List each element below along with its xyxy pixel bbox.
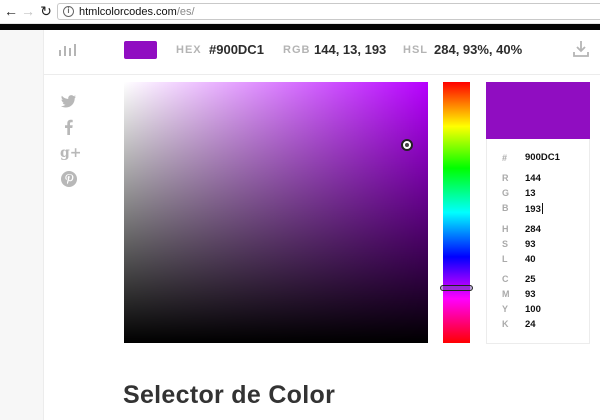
page-title: Selector de Color xyxy=(123,381,336,409)
s-key: S xyxy=(502,239,509,249)
url-domain: htmlcolorcodes.com xyxy=(79,6,177,18)
page-top-border xyxy=(0,24,600,30)
header-divider xyxy=(44,74,600,75)
y-key: Y xyxy=(502,304,509,314)
b-value: 193 xyxy=(525,204,541,215)
hex-value[interactable]: #900DC1 xyxy=(209,42,264,57)
g-value[interactable]: 13 xyxy=(525,188,536,199)
selected-color-swatch xyxy=(124,41,157,59)
y-value[interactable]: 100 xyxy=(525,304,541,315)
c-key: C xyxy=(502,274,509,284)
g-key: G xyxy=(502,188,510,198)
hue-slider[interactable] xyxy=(443,82,470,343)
browser-toolbar: ← → ↻ i htmlcolorcodes.com/es/ xyxy=(0,0,600,24)
l-value[interactable]: 40 xyxy=(525,254,536,265)
r-value[interactable]: 144 xyxy=(525,173,541,184)
k-value[interactable]: 24 xyxy=(525,319,536,330)
url-path: /es/ xyxy=(176,6,195,18)
k-key: K xyxy=(502,319,509,329)
l-key: L xyxy=(502,254,508,264)
s-value[interactable]: 93 xyxy=(525,239,536,250)
m-key: M xyxy=(502,289,510,299)
panel-hex-value[interactable]: 900DC1 xyxy=(525,152,560,163)
hex-label: HEX xyxy=(176,44,202,56)
hex-key: # xyxy=(502,153,508,163)
b-input[interactable]: 193 xyxy=(525,203,543,215)
hsl-label: HSL xyxy=(403,44,428,56)
google-plus-icon[interactable]: g+ xyxy=(60,144,82,162)
info-icon[interactable]: i xyxy=(63,6,74,17)
c-value[interactable]: 25 xyxy=(525,274,536,285)
h-key: H xyxy=(502,224,509,234)
text-caret xyxy=(541,203,543,214)
rgb-value[interactable]: 144, 13, 193 xyxy=(314,42,386,57)
r-key: R xyxy=(502,173,509,183)
back-arrow-icon[interactable]: ← xyxy=(3,3,19,19)
hsl-value[interactable]: 284, 93%, 40% xyxy=(434,42,522,57)
reload-icon[interactable]: ↻ xyxy=(38,3,54,19)
m-value[interactable]: 93 xyxy=(525,289,536,300)
pinterest-icon[interactable] xyxy=(60,170,78,188)
black-gradient-layer xyxy=(124,82,428,343)
b-key: B xyxy=(502,203,509,213)
left-sidebar xyxy=(0,30,44,420)
url-text[interactable]: htmlcolorcodes.com/es/ xyxy=(79,5,195,19)
rgb-label: RGB xyxy=(283,44,311,56)
address-bar[interactable]: i htmlcolorcodes.com/es/ xyxy=(57,3,600,20)
download-icon[interactable] xyxy=(573,40,589,58)
color-picker-handle[interactable] xyxy=(401,139,413,151)
h-value[interactable]: 284 xyxy=(525,224,541,235)
color-preview-swatch xyxy=(486,82,590,139)
forward-arrow-icon[interactable]: → xyxy=(20,3,36,19)
bar-chart-icon[interactable] xyxy=(59,42,77,56)
twitter-icon[interactable] xyxy=(60,92,78,110)
saturation-value-picker[interactable] xyxy=(124,82,428,343)
hue-slider-handle[interactable] xyxy=(440,285,473,291)
facebook-icon[interactable] xyxy=(60,118,78,136)
